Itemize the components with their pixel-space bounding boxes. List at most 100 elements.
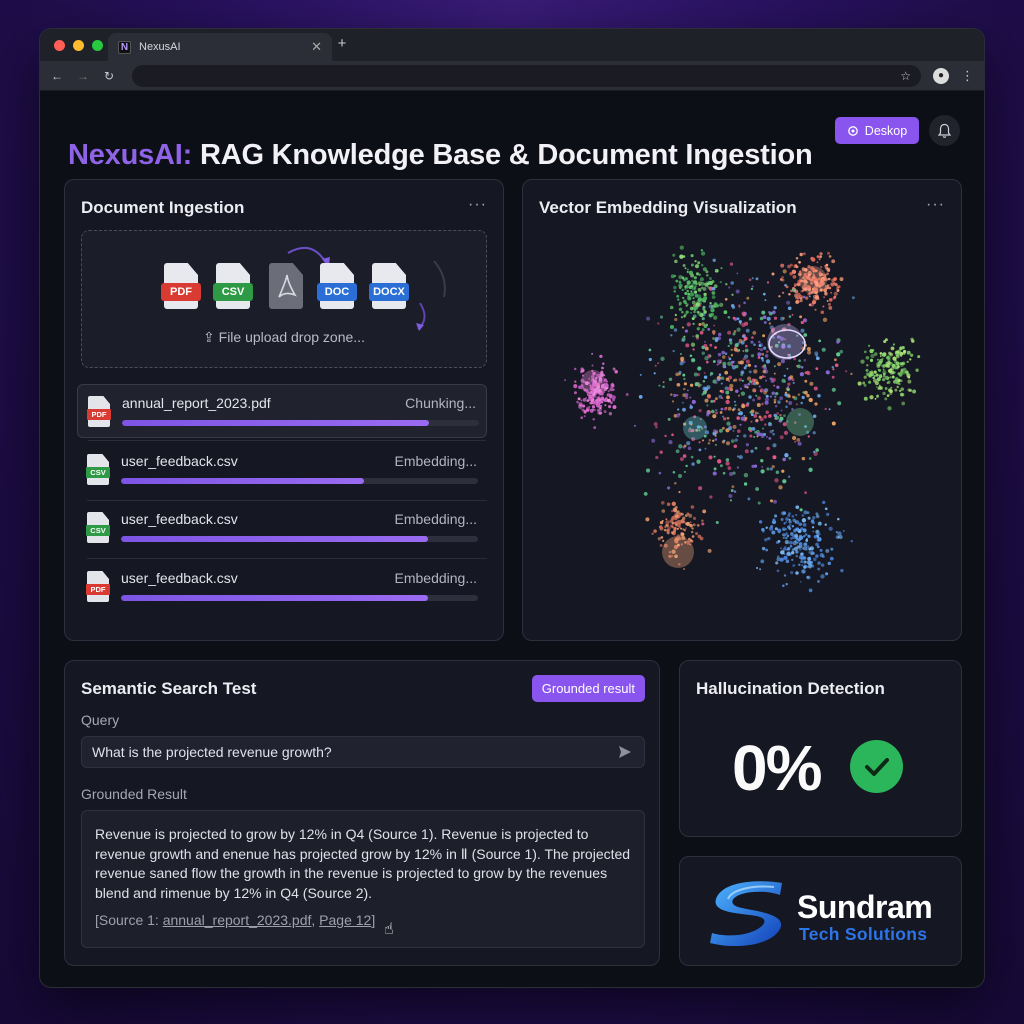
file-row[interactable]: PDF annual_report_2023.pdf Chunking... (77, 384, 487, 441)
embedding-point (783, 533, 787, 537)
embedding-point (683, 387, 686, 391)
embedding-point (802, 518, 806, 522)
ingestion-menu-icon[interactable]: ··· (468, 196, 487, 214)
embedding-point (672, 471, 676, 474)
file-row[interactable]: PDF user_feedback.csv Embedding... (77, 560, 487, 614)
embedding-point (732, 429, 735, 432)
sundram-logo-icon (710, 881, 782, 947)
embedding-point (792, 286, 795, 290)
embedding-point (675, 279, 679, 283)
embedding-point (682, 373, 686, 377)
embedding-point (715, 520, 719, 525)
file-row[interactable]: CSV user_feedback.csv Embedding... (77, 501, 487, 559)
embedding-point (730, 439, 735, 443)
embedding-point (874, 398, 877, 400)
embedding-point (701, 322, 704, 325)
embedding-point (762, 427, 764, 430)
embedding-point (839, 349, 843, 354)
query-input[interactable] (81, 736, 645, 768)
embedding-point (771, 530, 776, 535)
embedding-point (733, 347, 738, 352)
file-row[interactable]: CSV user_feedback.csv Embedding... (77, 443, 487, 501)
citation-page-link[interactable]: Page 12 (319, 912, 371, 928)
embedding-point (783, 430, 789, 436)
embedding-point (750, 340, 754, 344)
embedding-point (725, 377, 730, 381)
file-drop-zone[interactable]: PDF CSV DOC DOCX ⇪ File upload drop zone... (81, 230, 487, 368)
embedding-point (773, 372, 776, 375)
embedding-point (682, 407, 686, 412)
embedding-point (760, 459, 764, 463)
embedding-point (817, 521, 822, 526)
embedding-point (720, 407, 724, 411)
embedding-point (817, 394, 821, 398)
embedding-point (748, 370, 752, 374)
embedding-point (788, 520, 792, 524)
embedding-point (691, 527, 694, 530)
embedding-point (729, 262, 734, 266)
embedding-point (801, 564, 804, 567)
embedding-menu-icon[interactable]: ··· (926, 196, 945, 214)
embedding-point (718, 428, 723, 433)
maximize-window-button[interactable] (92, 39, 103, 51)
embedding-point (685, 521, 690, 526)
embedding-point (694, 290, 698, 294)
embedding-point (671, 525, 674, 529)
embedding-point (664, 434, 667, 438)
embedding-point (797, 441, 802, 446)
send-icon[interactable] (618, 745, 632, 759)
new-tab-button[interactable]: + (332, 35, 352, 52)
embedding-point (674, 317, 678, 322)
embedding-point (757, 348, 760, 350)
embedding-point (730, 348, 733, 351)
embedding-point (678, 283, 683, 288)
embedding-point (765, 359, 771, 364)
notifications-button[interactable] (929, 115, 960, 146)
embedding-point (905, 370, 909, 374)
embedding-point (737, 429, 741, 433)
file-icon: CSV (86, 454, 110, 486)
browser-menu-icon[interactable]: ⋮ (961, 68, 974, 84)
embedding-point (792, 435, 797, 441)
file-progress-fill (121, 536, 429, 542)
embedding-point (785, 559, 790, 564)
embedding-point (815, 514, 820, 519)
close-window-button[interactable] (54, 39, 65, 51)
embedding-point (813, 535, 818, 539)
embedding-point (892, 356, 897, 361)
embedding-point (795, 554, 799, 558)
embedding-point (603, 387, 608, 392)
forward-arrow-icon[interactable]: → (76, 69, 90, 83)
embedding-point (765, 435, 768, 438)
desktop-button[interactable]: Deskop (835, 117, 919, 144)
address-bar[interactable]: ☆ (132, 64, 921, 87)
embedding-point (591, 364, 594, 367)
embedding-point (744, 449, 749, 454)
embedding-point (801, 456, 806, 461)
embedding-point (758, 520, 763, 524)
embedding-point (678, 526, 681, 529)
embedding-scatter-plot[interactable] (523, 232, 963, 632)
embedding-point (695, 302, 700, 307)
embedding-point (781, 378, 786, 383)
browser-tab[interactable]: N NexusAI ✕ (108, 33, 332, 61)
tab-close-icon[interactable]: ✕ (311, 39, 322, 55)
embedding-point (689, 539, 693, 542)
embedding-point (786, 386, 790, 389)
minimize-window-button[interactable] (73, 39, 84, 51)
embedding-point (705, 360, 709, 364)
embedding-point (739, 360, 744, 365)
embedding-point (828, 255, 832, 258)
embedding-point (837, 401, 842, 406)
back-arrow-icon[interactable]: ← (50, 69, 64, 83)
citation-file-link[interactable]: annual_report_2023.pdf (163, 912, 312, 928)
reload-icon[interactable]: ↻ (102, 69, 116, 83)
profile-avatar-icon[interactable]: ● (933, 67, 949, 84)
drop-zone-label: ⇪ File upload drop zone... (82, 329, 486, 346)
embedding-point (757, 412, 760, 415)
embedding-point (792, 563, 796, 568)
embedding-point (725, 390, 730, 395)
embedding-point (812, 414, 817, 418)
embedding-point (869, 395, 874, 400)
bookmark-star-icon[interactable]: ☆ (900, 69, 911, 83)
